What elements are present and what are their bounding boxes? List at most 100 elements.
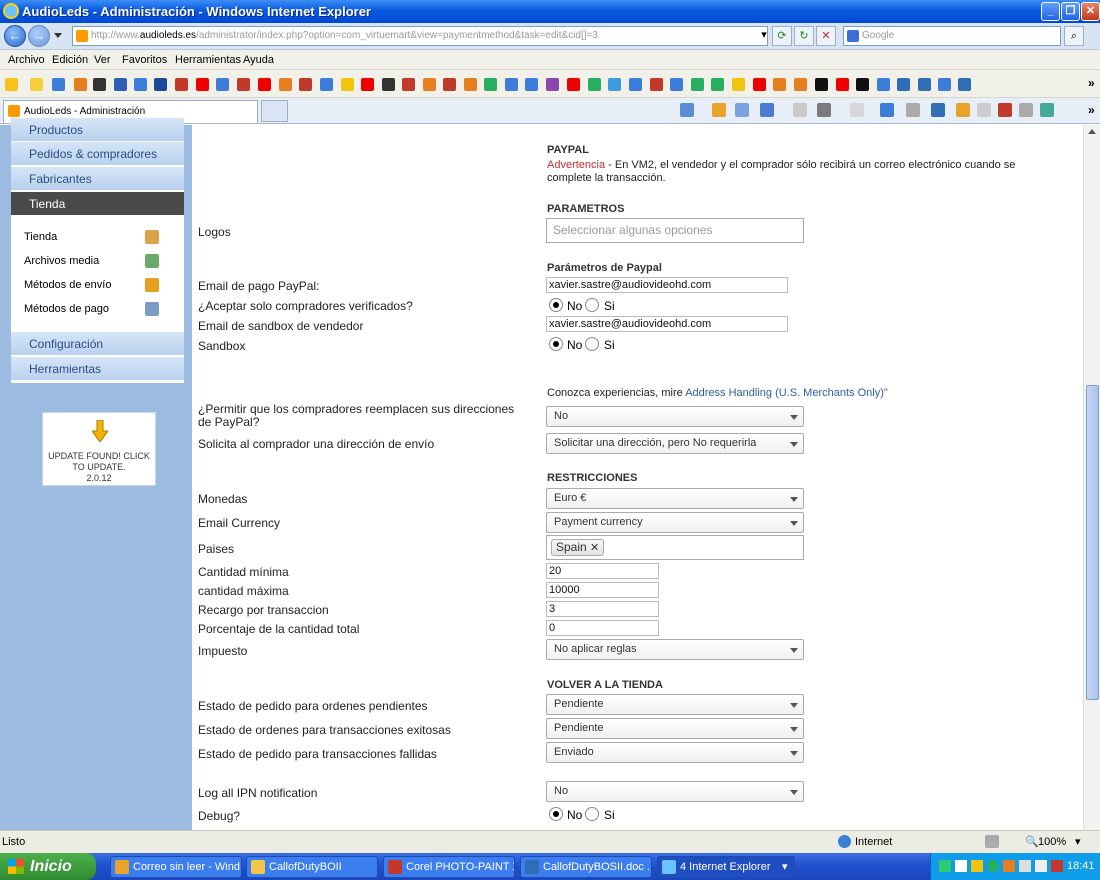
task-folder[interactable]: CallofDutyBOII	[246, 856, 378, 878]
favorite-link-icon[interactable]	[258, 78, 271, 91]
sandbox-si-radio[interactable]	[585, 337, 599, 351]
favorite-link-icon[interactable]	[134, 78, 147, 91]
favorite-link-icon[interactable]	[567, 78, 580, 91]
favorite-link-icon[interactable]	[175, 78, 188, 91]
tools-gear-icon[interactable]	[906, 103, 920, 117]
favorite-link-icon[interactable]	[732, 78, 745, 91]
favorite-link-icon[interactable]	[588, 78, 601, 91]
sidebar-item-pedidos[interactable]: Pedidos & compradores	[11, 142, 184, 166]
favorite-link-icon[interactable]	[938, 78, 951, 91]
favorite-link-icon[interactable]	[402, 78, 415, 91]
task-ie[interactable]: 4 Internet Explorer ▾	[657, 856, 795, 878]
task-corel[interactable]: Corel PHOTO-PAINT X6	[383, 856, 515, 878]
favorite-link-icon[interactable]	[464, 78, 477, 91]
zoom-dropdown-icon[interactable]: ▾	[1075, 835, 1081, 848]
search-input[interactable]: Google	[843, 26, 1061, 46]
verified-no-radio[interactable]	[549, 298, 563, 312]
favorite-link-icon[interactable]	[93, 78, 106, 91]
email-currency-select[interactable]: Payment currency	[546, 512, 804, 533]
sidebar-item-productos[interactable]: Productos	[11, 118, 184, 142]
favorite-link-icon[interactable]	[794, 78, 807, 91]
menu-herramientas[interactable]: Herramientas	[175, 54, 241, 66]
sidebar-subitem-envio[interactable]: Métodos de envío	[11, 273, 184, 297]
page-icon[interactable]	[850, 103, 864, 117]
recargo-field[interactable]: 3	[546, 601, 659, 617]
toolbar-icon[interactable]	[998, 103, 1012, 117]
print-icon[interactable]	[817, 103, 831, 117]
favorite-link-icon[interactable]	[299, 78, 312, 91]
task-word[interactable]: CallofDutyBOSII.doc ...	[520, 856, 652, 878]
favorite-link-icon[interactable]	[341, 78, 354, 91]
favorite-link-icon[interactable]	[753, 78, 766, 91]
menu-ver[interactable]: Ver	[94, 54, 111, 66]
tray-icon[interactable]	[1003, 860, 1015, 872]
favorite-link-icon[interactable]	[958, 78, 971, 91]
menu-favoritos[interactable]: Favoritos	[122, 54, 167, 66]
exitosas-select[interactable]: Pendiente	[546, 718, 804, 739]
tray-icon[interactable]	[987, 860, 999, 872]
favorite-link-icon[interactable]	[382, 78, 395, 91]
protected-mode-icon[interactable]	[985, 835, 999, 848]
cantidad-maxima-field[interactable]: 10000	[546, 582, 659, 598]
paises-select[interactable]: Spain ✕	[546, 535, 804, 560]
task-correo[interactable]: Correo sin leer - Wind...	[110, 856, 242, 878]
more-tools-icon[interactable]: »	[1088, 103, 1095, 117]
favorite-link-icon[interactable]	[279, 78, 292, 91]
favorite-link-icon[interactable]	[877, 78, 890, 91]
logos-select[interactable]: Seleccionar algunas opciones	[546, 218, 804, 243]
favorite-link-icon[interactable]	[484, 78, 497, 91]
toolbar-icon[interactable]	[1019, 103, 1033, 117]
address-bar[interactable]: http://www.audioleds.es/administrator/in…	[72, 26, 768, 46]
impuesto-select[interactable]: No aplicar reglas	[546, 639, 804, 660]
zoom-level[interactable]: 100%	[1038, 836, 1066, 848]
volume-icon[interactable]	[1035, 860, 1047, 872]
sidebar-item-herramientas[interactable]: Herramientas	[11, 357, 184, 381]
favorite-link-icon[interactable]	[691, 78, 704, 91]
minimize-button[interactable]: _	[1041, 2, 1060, 21]
read-mail-icon[interactable]	[735, 103, 749, 117]
refresh-icon[interactable]: ↻	[794, 26, 814, 46]
stop-icon[interactable]: ✕	[816, 26, 836, 46]
porcentaje-field[interactable]: 0	[546, 620, 659, 636]
favorite-link-icon[interactable]	[711, 78, 724, 91]
favorite-link-icon[interactable]	[423, 78, 436, 91]
favorite-link-icon[interactable]	[52, 78, 65, 91]
monedas-select[interactable]: Euro €	[546, 488, 804, 509]
zoom-icon[interactable]	[760, 103, 774, 117]
favorite-link-icon[interactable]	[196, 78, 209, 91]
favorite-link-icon[interactable]	[361, 78, 374, 91]
debug-si-radio[interactable]	[585, 807, 599, 821]
favorite-link-icon[interactable]	[897, 78, 910, 91]
new-tab-button[interactable]	[261, 100, 288, 122]
network-icon[interactable]	[1019, 860, 1031, 872]
favorite-link-icon[interactable]	[670, 78, 683, 91]
verified-si-radio[interactable]	[585, 298, 599, 312]
ipn-select[interactable]: No	[546, 781, 804, 802]
replace-address-select[interactable]: No	[546, 406, 804, 427]
help-icon[interactable]	[931, 103, 945, 117]
start-button[interactable]: Inicio	[0, 853, 96, 880]
favorite-link-icon[interactable]	[815, 78, 828, 91]
scrollbar-thumb[interactable]	[1086, 385, 1099, 700]
favorite-link-icon[interactable]	[505, 78, 518, 91]
research-icon[interactable]	[956, 103, 970, 117]
favorite-link-icon[interactable]	[629, 78, 642, 91]
tray-icon[interactable]	[1051, 860, 1063, 872]
sidebar-item-fabricantes[interactable]: Fabricantes	[11, 167, 184, 191]
more-favorites-icon[interactable]: »	[1088, 76, 1095, 90]
favorite-link-icon[interactable]	[443, 78, 456, 91]
sandbox-no-radio[interactable]	[549, 337, 563, 351]
favorite-link-icon[interactable]	[918, 78, 931, 91]
favorite-link-icon[interactable]	[237, 78, 250, 91]
toolbar-icon[interactable]	[1040, 103, 1054, 117]
tray-icon[interactable]	[939, 860, 951, 872]
compatibility-icon[interactable]: ⟳	[772, 26, 792, 46]
close-button[interactable]: ✕	[1081, 2, 1100, 21]
favorite-link-icon[interactable]	[856, 78, 869, 91]
favorite-link-icon[interactable]	[74, 78, 87, 91]
menu-ayuda[interactable]: Ayuda	[243, 54, 274, 66]
add-favorite-icon[interactable]	[30, 78, 43, 91]
history-dropdown-icon[interactable]	[54, 33, 62, 38]
feeds-icon[interactable]	[712, 103, 726, 117]
scroll-up-icon[interactable]	[1088, 129, 1096, 134]
